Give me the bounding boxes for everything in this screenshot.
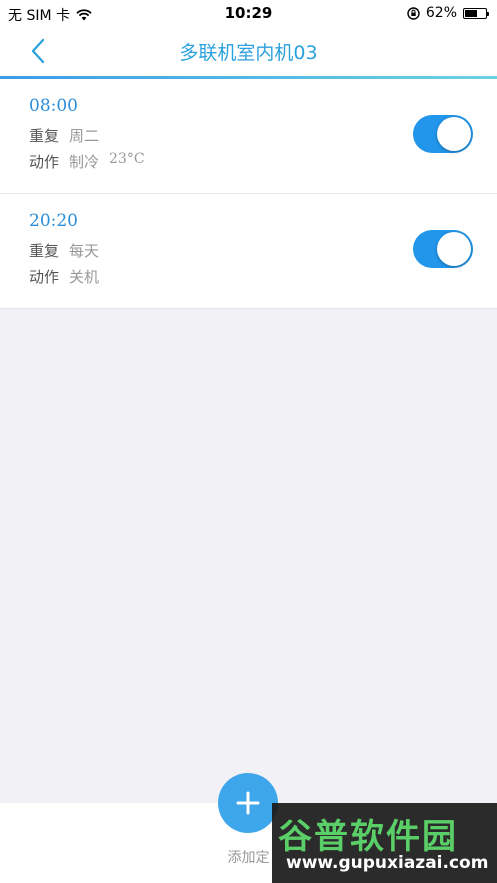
watermark-url: www.gupuxiazai.com [286, 853, 489, 873]
timer-repeat-row: 重复 每天 [29, 240, 99, 261]
timer-item[interactable]: 08:00 重复 周二 动作 制冷 23°C [0, 79, 497, 194]
action-label: 动作 [29, 268, 60, 286]
temperature-value: 23°C [109, 151, 145, 167]
action-label: 动作 [29, 153, 60, 171]
timer-action-row: 动作 制冷 23°C [29, 151, 145, 172]
action-value: 关机 [69, 268, 100, 286]
add-timer-button[interactable] [218, 773, 278, 833]
repeat-label: 重复 [29, 242, 60, 260]
nav-bar: 多联机室内机03 [0, 26, 497, 78]
repeat-value: 每天 [69, 242, 100, 260]
status-right: 62% [407, 5, 489, 21]
timer-time: 08:00 [29, 96, 78, 116]
repeat-value: 周二 [69, 127, 100, 145]
timer-repeat-row: 重复 周二 [29, 125, 99, 146]
toggle-knob [437, 117, 471, 151]
rotation-lock-icon [407, 6, 420, 20]
timer-toggle[interactable] [413, 115, 473, 153]
battery-percent: 62% [425, 5, 457, 21]
watermark-title: 谷普软件园 [278, 817, 458, 857]
toggle-knob [437, 232, 471, 266]
repeat-label: 重复 [29, 127, 60, 145]
battery-fill [465, 9, 478, 17]
battery-icon [463, 7, 489, 19]
page-title: 多联机室内机03 [179, 42, 318, 64]
timer-item[interactable]: 20:20 重复 每天 动作 关机 [0, 194, 497, 309]
timer-action-row: 动作 关机 [29, 266, 99, 287]
watermark: 谷普软件园 www.gupuxiazai.com [272, 803, 497, 883]
plus-icon [236, 791, 260, 815]
status-bar: 无 SIM 卡 10:29 62% [0, 0, 497, 26]
timer-time: 20:20 [29, 211, 78, 231]
timer-list: 08:00 重复 周二 动作 制冷 23°C 20:20 重复 每天 动作 关机 [0, 79, 497, 309]
timer-toggle[interactable] [413, 230, 473, 268]
action-value: 制冷 [69, 153, 100, 171]
